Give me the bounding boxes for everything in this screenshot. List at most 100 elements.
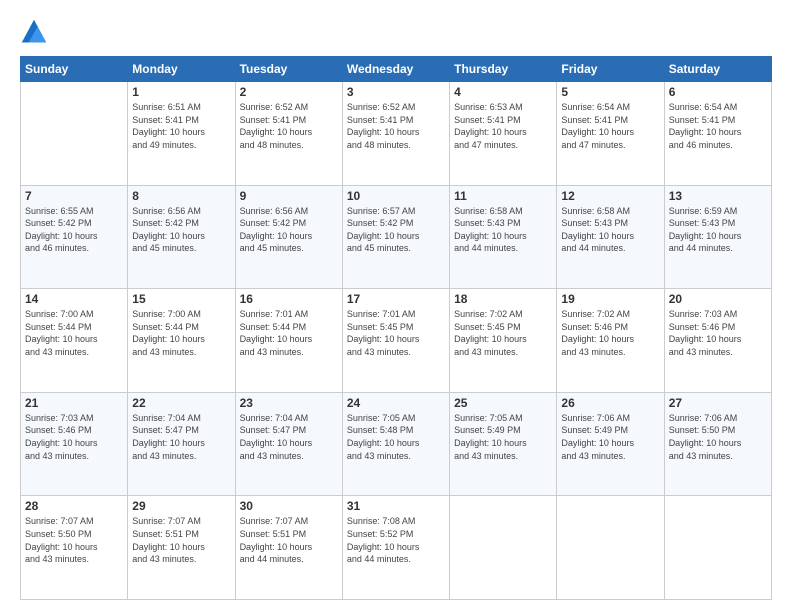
day-number: 9 [240,189,338,203]
cell-info: Sunrise: 6:58 AM Sunset: 5:43 PM Dayligh… [454,205,552,255]
day-number: 27 [669,396,767,410]
day-number: 17 [347,292,445,306]
day-number: 28 [25,499,123,513]
day-number: 14 [25,292,123,306]
cell-info: Sunrise: 7:05 AM Sunset: 5:48 PM Dayligh… [347,412,445,462]
cell-info: Sunrise: 7:00 AM Sunset: 5:44 PM Dayligh… [132,308,230,358]
weekday-header: Saturday [664,57,771,82]
cell-info: Sunrise: 7:07 AM Sunset: 5:51 PM Dayligh… [132,515,230,565]
calendar-cell: 24 Sunrise: 7:05 AM Sunset: 5:48 PM Dayli… [342,392,449,496]
cell-info: Sunrise: 7:06 AM Sunset: 5:49 PM Dayligh… [561,412,659,462]
day-number: 29 [132,499,230,513]
cell-info: Sunrise: 6:53 AM Sunset: 5:41 PM Dayligh… [454,101,552,151]
calendar-header-row: SundayMondayTuesdayWednesdayThursdayFrid… [21,57,772,82]
calendar-cell: 31 Sunrise: 7:08 AM Sunset: 5:52 PM Dayli… [342,496,449,600]
cell-info: Sunrise: 6:55 AM Sunset: 5:42 PM Dayligh… [25,205,123,255]
cell-info: Sunrise: 7:00 AM Sunset: 5:44 PM Dayligh… [25,308,123,358]
calendar-week-row: 1 Sunrise: 6:51 AM Sunset: 5:41 PM Daylig… [21,82,772,186]
weekday-header: Sunday [21,57,128,82]
day-number: 12 [561,189,659,203]
cell-info: Sunrise: 7:06 AM Sunset: 5:50 PM Dayligh… [669,412,767,462]
calendar-cell [21,82,128,186]
calendar-cell: 4 Sunrise: 6:53 AM Sunset: 5:41 PM Daylig… [450,82,557,186]
calendar-cell: 2Sunrise: 6:52 AM Sunset: 5:41 PM Daylig… [235,82,342,186]
calendar-cell [450,496,557,600]
day-number: 20 [669,292,767,306]
day-number: 13 [669,189,767,203]
cell-info: Sunrise: 7:02 AM Sunset: 5:45 PM Dayligh… [454,308,552,358]
weekday-header: Friday [557,57,664,82]
calendar-cell: 22 Sunrise: 7:04 AM Sunset: 5:47 PM Dayli… [128,392,235,496]
calendar-cell: 23 Sunrise: 7:04 AM Sunset: 5:47 PM Dayli… [235,392,342,496]
day-number: 3 [347,85,445,99]
cell-info: Sunrise: 6:58 AM Sunset: 5:43 PM Dayligh… [561,205,659,255]
calendar-cell [664,496,771,600]
page: SundayMondayTuesdayWednesdayThursdayFrid… [0,0,792,612]
cell-info: Sunrise: 7:01 AM Sunset: 5:45 PM Dayligh… [347,308,445,358]
day-number: 10 [347,189,445,203]
cell-info: Sunrise: 7:04 AM Sunset: 5:47 PM Dayligh… [240,412,338,462]
cell-info: Sunrise: 6:56 AM Sunset: 5:42 PM Dayligh… [240,205,338,255]
calendar-cell: 26 Sunrise: 7:06 AM Sunset: 5:49 PM Dayli… [557,392,664,496]
calendar-cell: 15 Sunrise: 7:00 AM Sunset: 5:44 PM Dayli… [128,289,235,393]
cell-info: Sunrise: 6:59 AM Sunset: 5:43 PM Dayligh… [669,205,767,255]
logo-icon [20,18,48,46]
calendar-week-row: 21Sunrise: 7:03 AM Sunset: 5:46 PM Dayli… [21,392,772,496]
cell-info: Sunrise: 7:03 AM Sunset: 5:46 PM Dayligh… [25,412,123,462]
day-number: 26 [561,396,659,410]
calendar-cell: 19 Sunrise: 7:02 AM Sunset: 5:46 PM Dayli… [557,289,664,393]
calendar-week-row: 7Sunrise: 6:55 AM Sunset: 5:42 PM Daylig… [21,185,772,289]
calendar-cell: 27 Sunrise: 7:06 AM Sunset: 5:50 PM Dayli… [664,392,771,496]
header [20,18,772,46]
day-number: 11 [454,189,552,203]
cell-info: Sunrise: 7:07 AM Sunset: 5:50 PM Dayligh… [25,515,123,565]
cell-info: Sunrise: 6:52 AM Sunset: 5:41 PM Dayligh… [347,101,445,151]
day-number: 30 [240,499,338,513]
day-number: 1 [132,85,230,99]
cell-info: Sunrise: 7:05 AM Sunset: 5:49 PM Dayligh… [454,412,552,462]
calendar-cell: 18Sunrise: 7:02 AM Sunset: 5:45 PM Dayli… [450,289,557,393]
cell-info: Sunrise: 6:54 AM Sunset: 5:41 PM Dayligh… [669,101,767,151]
cell-info: Sunrise: 6:54 AM Sunset: 5:41 PM Dayligh… [561,101,659,151]
calendar-cell: 14 Sunrise: 7:00 AM Sunset: 5:44 PM Dayli… [21,289,128,393]
calendar-cell: 5Sunrise: 6:54 AM Sunset: 5:41 PM Daylig… [557,82,664,186]
cell-info: Sunrise: 6:57 AM Sunset: 5:42 PM Dayligh… [347,205,445,255]
day-number: 24 [347,396,445,410]
calendar-week-row: 14 Sunrise: 7:00 AM Sunset: 5:44 PM Dayli… [21,289,772,393]
calendar-cell: 13 Sunrise: 6:59 AM Sunset: 5:43 PM Dayli… [664,185,771,289]
calendar-cell: 30Sunrise: 7:07 AM Sunset: 5:51 PM Dayli… [235,496,342,600]
weekday-header: Monday [128,57,235,82]
logo [20,18,52,46]
calendar-cell: 6 Sunrise: 6:54 AM Sunset: 5:41 PM Daylig… [664,82,771,186]
cell-info: Sunrise: 7:04 AM Sunset: 5:47 PM Dayligh… [132,412,230,462]
cell-info: Sunrise: 7:01 AM Sunset: 5:44 PM Dayligh… [240,308,338,358]
day-number: 6 [669,85,767,99]
cell-info: Sunrise: 7:02 AM Sunset: 5:46 PM Dayligh… [561,308,659,358]
day-number: 22 [132,396,230,410]
cell-info: Sunrise: 6:51 AM Sunset: 5:41 PM Dayligh… [132,101,230,151]
day-number: 25 [454,396,552,410]
day-number: 15 [132,292,230,306]
calendar-cell: 7Sunrise: 6:55 AM Sunset: 5:42 PM Daylig… [21,185,128,289]
calendar-week-row: 28 Sunrise: 7:07 AM Sunset: 5:50 PM Dayli… [21,496,772,600]
day-number: 16 [240,292,338,306]
day-number: 19 [561,292,659,306]
day-number: 31 [347,499,445,513]
calendar-cell: 16 Sunrise: 7:01 AM Sunset: 5:44 PM Dayli… [235,289,342,393]
calendar-cell: 17 Sunrise: 7:01 AM Sunset: 5:45 PM Dayli… [342,289,449,393]
day-number: 8 [132,189,230,203]
weekday-header: Wednesday [342,57,449,82]
calendar-cell: 29 Sunrise: 7:07 AM Sunset: 5:51 PM Dayli… [128,496,235,600]
calendar-cell [557,496,664,600]
cell-info: Sunrise: 7:08 AM Sunset: 5:52 PM Dayligh… [347,515,445,565]
day-number: 4 [454,85,552,99]
calendar-cell: 9 Sunrise: 6:56 AM Sunset: 5:42 PM Daylig… [235,185,342,289]
cell-info: Sunrise: 6:56 AM Sunset: 5:42 PM Dayligh… [132,205,230,255]
day-number: 23 [240,396,338,410]
calendar-cell: 1 Sunrise: 6:51 AM Sunset: 5:41 PM Daylig… [128,82,235,186]
calendar-cell: 3 Sunrise: 6:52 AM Sunset: 5:41 PM Daylig… [342,82,449,186]
calendar-cell: 12 Sunrise: 6:58 AM Sunset: 5:43 PM Dayli… [557,185,664,289]
calendar-cell: 28 Sunrise: 7:07 AM Sunset: 5:50 PM Dayli… [21,496,128,600]
calendar-cell: 10 Sunrise: 6:57 AM Sunset: 5:42 PM Dayli… [342,185,449,289]
calendar-cell: 11 Sunrise: 6:58 AM Sunset: 5:43 PM Dayli… [450,185,557,289]
